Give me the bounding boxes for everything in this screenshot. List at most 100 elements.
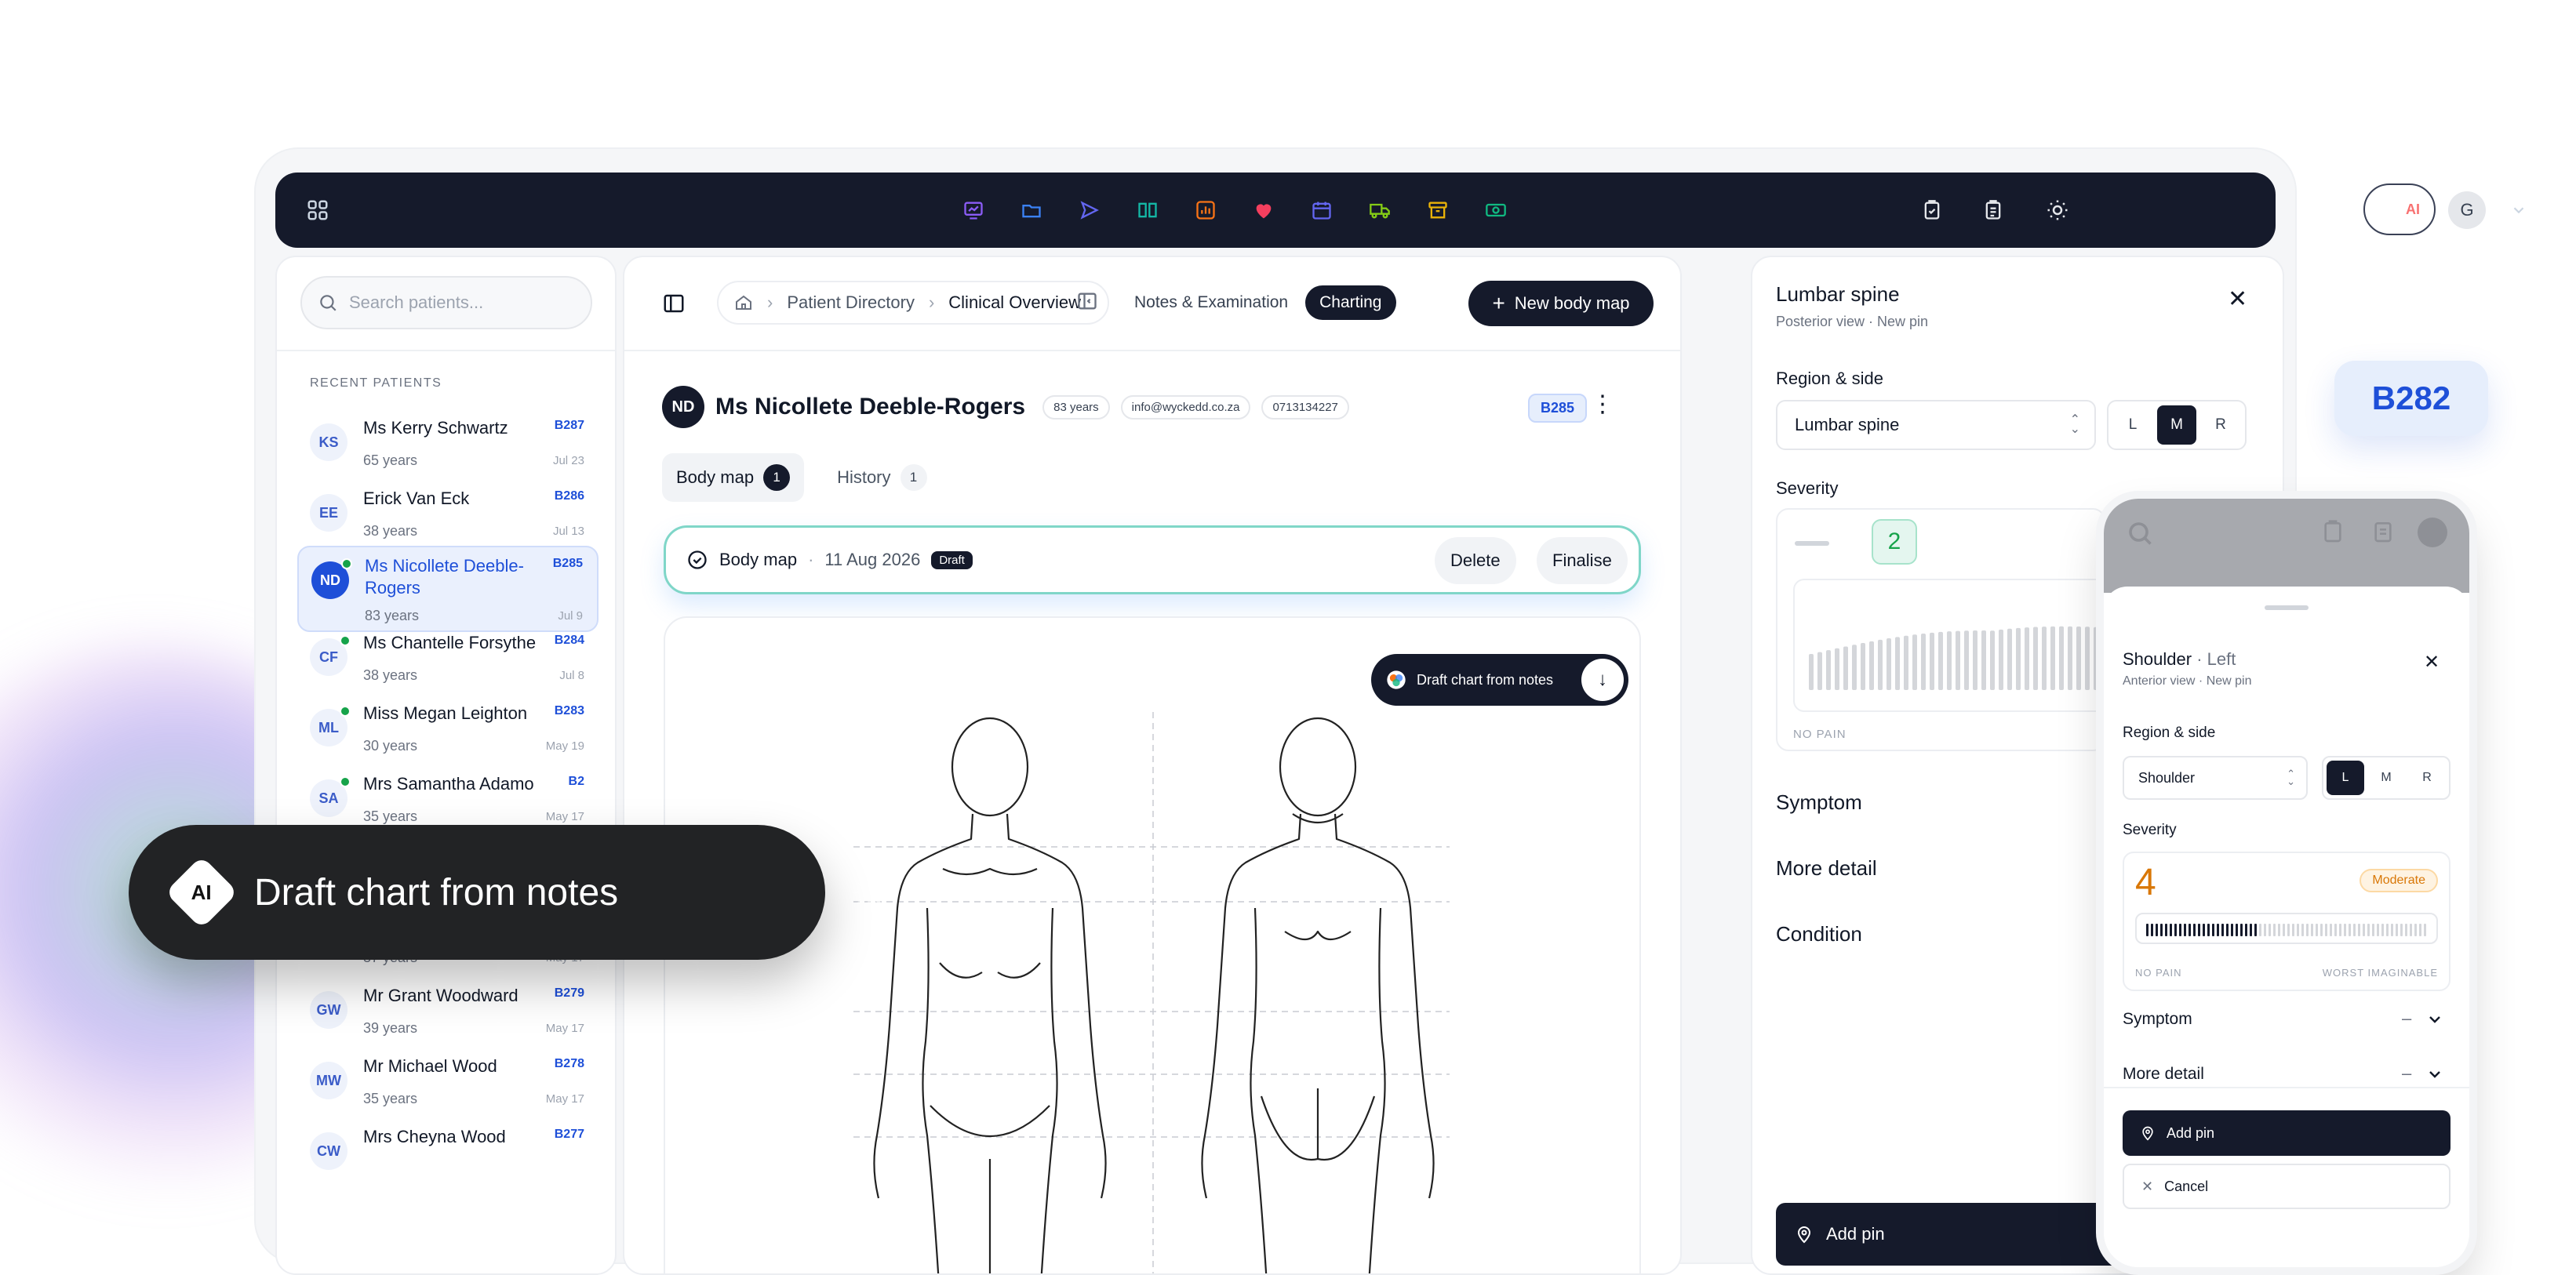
side-right-button[interactable]: R: [2408, 761, 2446, 795]
send-icon[interactable]: [1074, 194, 1105, 226]
ai-badge-label: AI: [191, 880, 212, 904]
patient-list-item[interactable]: ML Miss Megan Leighton 30 years B283 May 19: [297, 695, 599, 761]
more-detail-section[interactable]: More detail: [1776, 856, 1877, 881]
calendar-icon[interactable]: [1306, 194, 1337, 226]
region-select[interactable]: Lumbar spine ⌃ ⌄: [1776, 400, 2096, 450]
severity-tick: [2240, 924, 2243, 936]
more-options-icon[interactable]: ⋮: [1591, 390, 1614, 418]
draft-date: 11 Aug 2026: [824, 550, 921, 569]
user-avatar[interactable]: G: [2448, 191, 2486, 229]
ai-search-button[interactable]: AI: [2363, 183, 2436, 235]
symptom-section[interactable]: Symptom: [1776, 790, 1862, 815]
severity-slider[interactable]: [1793, 579, 2123, 712]
avatar: CW: [310, 1132, 347, 1170]
severity-tick: [2198, 924, 2200, 936]
body-figures: [853, 712, 1450, 1273]
patient-email-chip[interactable]: info@wyckedd.co.za: [1120, 394, 1251, 420]
side-middle-button[interactable]: M: [2157, 405, 2196, 445]
truck-icon[interactable]: [1364, 194, 1395, 226]
patient-code: B279: [554, 986, 584, 1000]
tab-notes-examination[interactable]: Notes & Examination: [1134, 293, 1288, 312]
patient-list-item[interactable]: ND Ms Nicollete Deeble-Rogers 83 years B285…: [297, 546, 599, 632]
patient-list-item[interactable]: SA Mrs Samantha Adamo 35 years B2 May 17: [297, 765, 599, 831]
sun-icon[interactable]: [2042, 194, 2073, 226]
patient-list-item[interactable]: EE Erick Van Eck 38 years B286 Jul 13: [297, 480, 599, 546]
mobile-severity-slider[interactable]: [2135, 913, 2438, 944]
side-right-button[interactable]: R: [2201, 405, 2240, 445]
mobile-more-detail-value: –: [2402, 1063, 2412, 1083]
new-body-map-button[interactable]: + New body map: [1468, 281, 1654, 326]
tab-body-map[interactable]: Body map 1: [662, 453, 805, 502]
online-indicator: [340, 706, 351, 717]
side-left-button[interactable]: L: [2327, 761, 2364, 795]
side-left-button[interactable]: L: [2113, 405, 2152, 445]
breadcrumb-clinical-overview[interactable]: Clinical Overview: [948, 292, 1081, 313]
mobile-add-pin-label: Add pin: [2167, 1124, 2215, 1141]
severity-bar: [2059, 626, 2064, 690]
severity-tick: [2212, 924, 2214, 936]
pin-icon: [1797, 1226, 1811, 1244]
archive-icon[interactable]: [1422, 194, 1454, 226]
patient-name: Ms Kerry Schwartz: [363, 418, 508, 438]
add-pin-button[interactable]: Add pin: [1776, 1203, 2137, 1266]
apps-grid-icon[interactable]: [302, 194, 333, 226]
severity-tick: [2414, 924, 2417, 936]
avatar: EE: [310, 494, 347, 532]
severity-bar: [1878, 639, 1883, 690]
condition-section[interactable]: Condition: [1776, 922, 1862, 946]
patient-list-item[interactable]: MW Mr Michael Wood 35 years B278 May 17: [297, 1048, 599, 1113]
patient-list-item[interactable]: CF Ms Chantelle Forsythe 38 years B284 Jul 8: [297, 624, 599, 690]
patient-name: Miss Megan Leighton: [363, 703, 528, 723]
mobile-add-pin-button[interactable]: Add pin: [2123, 1110, 2450, 1156]
side-middle-button[interactable]: M: [2367, 761, 2405, 795]
severity-tick: [2151, 924, 2153, 936]
delete-button[interactable]: Delete: [1435, 537, 1516, 584]
mobile-region-select[interactable]: Shoulder ⌃ ⌄: [2123, 756, 2308, 800]
mobile-cancel-button[interactable]: ✕ Cancel: [2123, 1164, 2450, 1209]
breadcrumb-patient-directory[interactable]: Patient Directory: [787, 292, 915, 313]
mobile-region-side-label: Region & side: [2123, 725, 2216, 741]
severity-tick: [2377, 924, 2379, 936]
sheet-grabber[interactable]: [2265, 605, 2309, 610]
severity-tick: [2174, 924, 2177, 936]
body-map-canvas[interactable]: Draft chart from notes ↓: [664, 616, 1641, 1273]
mobile-region-side: · Left: [2196, 649, 2236, 669]
tab-history[interactable]: History 1: [823, 453, 941, 502]
patient-phone-chip[interactable]: 0713134227: [1261, 394, 1349, 420]
chart-icon[interactable]: [958, 194, 989, 226]
severity-tick: [2170, 924, 2172, 936]
patient-list-item[interactable]: GW Mr Grant Woodward 39 years B279 May 17: [297, 977, 599, 1043]
book-icon[interactable]: [1132, 194, 1163, 226]
patient-list-item[interactable]: CW Mrs Cheyna Wood B277: [297, 1118, 599, 1184]
clipboard-list-icon[interactable]: [1977, 194, 2009, 226]
panel-collapse-icon[interactable]: [1076, 290, 1098, 316]
chevron-down-icon[interactable]: [2425, 1010, 2444, 1033]
heart-icon[interactable]: [1248, 194, 1279, 226]
mobile-severity-value: 4: [2135, 862, 2156, 903]
patient-date: Jul 8: [559, 669, 584, 682]
severity-bar: [1904, 635, 1908, 690]
patient-list-item[interactable]: KS Ms Kerry Schwartz 65 years B287 Jul 23: [297, 409, 599, 475]
mobile-symptom-section[interactable]: Symptom: [2123, 1010, 2192, 1029]
bar-chart-icon[interactable]: [1190, 194, 1221, 226]
close-icon[interactable]: ✕: [2228, 285, 2247, 313]
severity-tick: [2193, 924, 2196, 936]
home-icon[interactable]: [734, 293, 753, 312]
tab-charting[interactable]: Charting: [1305, 285, 1396, 320]
clipboard-check-icon[interactable]: [1916, 194, 1948, 226]
search-input[interactable]: Search patients...: [300, 276, 592, 329]
folder-icon[interactable]: [1016, 194, 1047, 226]
money-icon[interactable]: [1480, 194, 1512, 226]
divider: [624, 350, 1680, 351]
patient-name: Mr Grant Woodward: [363, 986, 518, 1005]
mobile-side-selector: L M R: [2322, 756, 2450, 800]
separator-dot: ·: [808, 550, 814, 569]
patient-header: ND Ms Nicollete Deeble-Rogers 83 years i…: [662, 386, 1349, 428]
chevron-down-icon[interactable]: [2503, 194, 2534, 226]
close-icon[interactable]: ✕: [2424, 651, 2440, 674]
sidebar-toggle-icon[interactable]: [662, 292, 686, 319]
mobile-more-detail-section[interactable]: More detail: [2123, 1065, 2204, 1084]
chevron-down-icon[interactable]: [2425, 1065, 2444, 1088]
finalise-button[interactable]: Finalise: [1537, 537, 1628, 584]
mobile-dimmed-header: [2104, 499, 2469, 593]
